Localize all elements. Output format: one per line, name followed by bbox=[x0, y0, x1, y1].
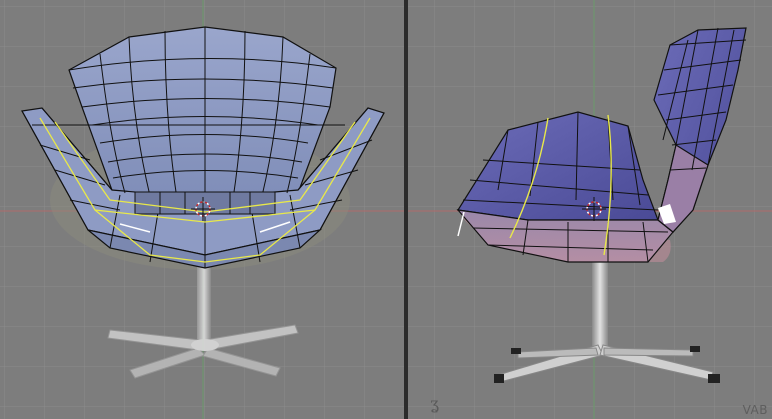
axis-orientation-icon: ʓ bbox=[430, 394, 439, 413]
corner-label: VAB bbox=[742, 403, 768, 417]
viewport-front[interactable] bbox=[0, 0, 404, 419]
side-view-canvas[interactable] bbox=[408, 0, 772, 419]
blender-3d-view-split: ʓ VAB bbox=[0, 0, 772, 419]
front-view-canvas[interactable] bbox=[0, 0, 404, 419]
viewport-side[interactable]: ʓ VAB bbox=[408, 0, 772, 419]
